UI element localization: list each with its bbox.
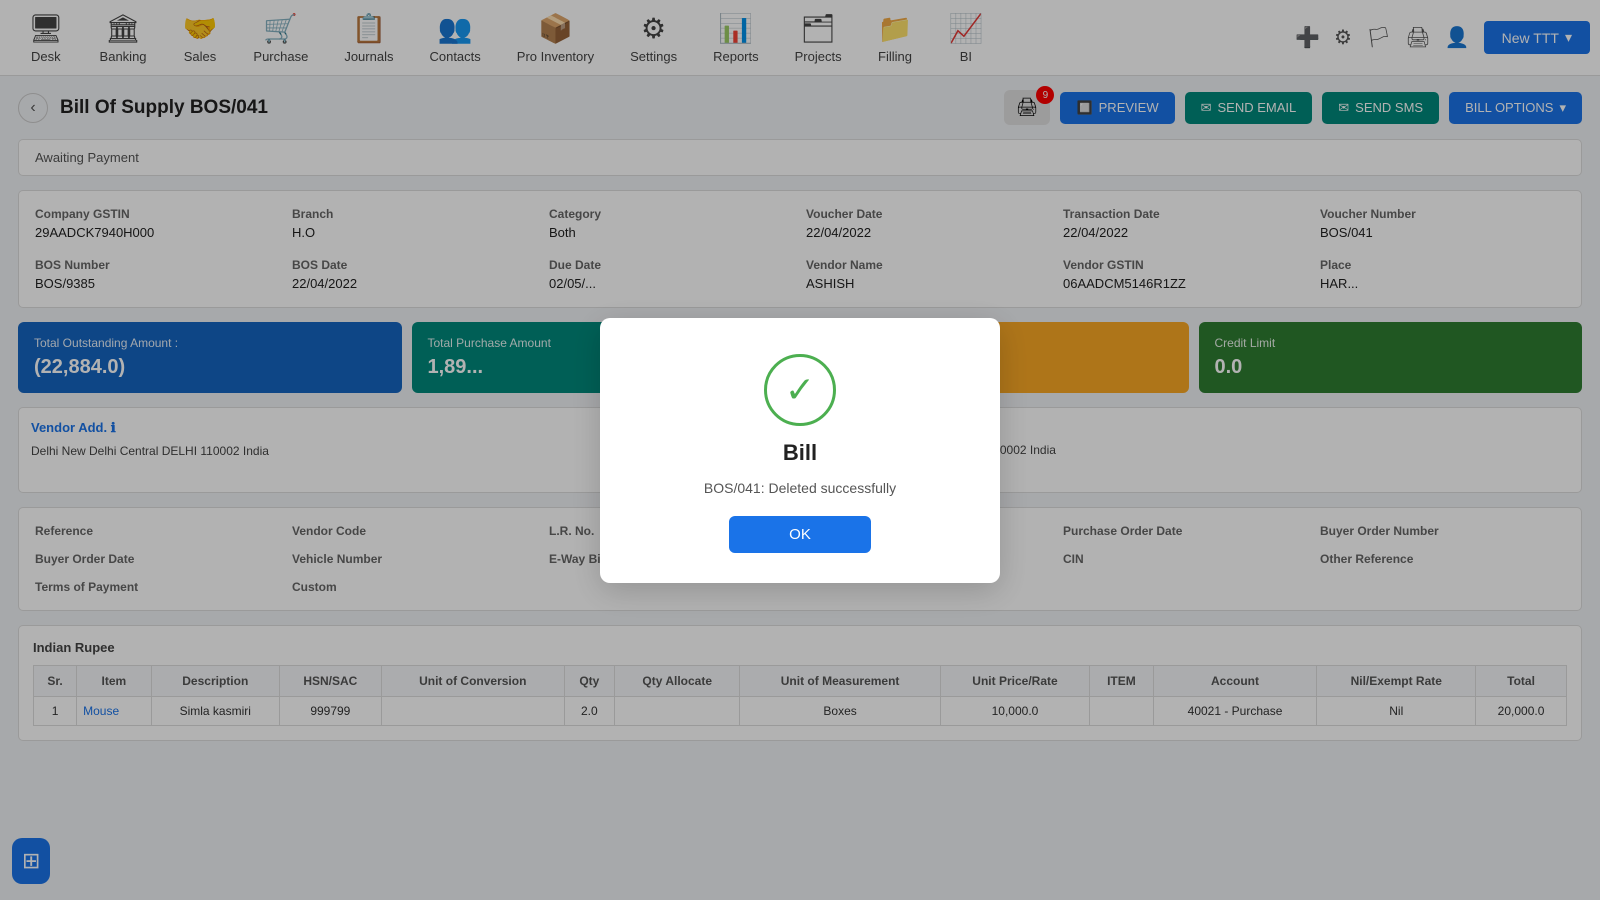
modal-ok-button[interactable]: OK (729, 516, 871, 553)
modal-title: Bill (783, 440, 817, 466)
modal-message: BOS/041: Deleted successfully (704, 480, 896, 496)
modal-ok-label: OK (789, 526, 811, 543)
success-icon-circle: ✓ (764, 354, 836, 426)
check-icon: ✓ (785, 369, 815, 411)
modal-overlay: ✓ Bill BOS/041: Deleted successfully OK (0, 0, 1600, 900)
modal-box: ✓ Bill BOS/041: Deleted successfully OK (600, 318, 1000, 583)
